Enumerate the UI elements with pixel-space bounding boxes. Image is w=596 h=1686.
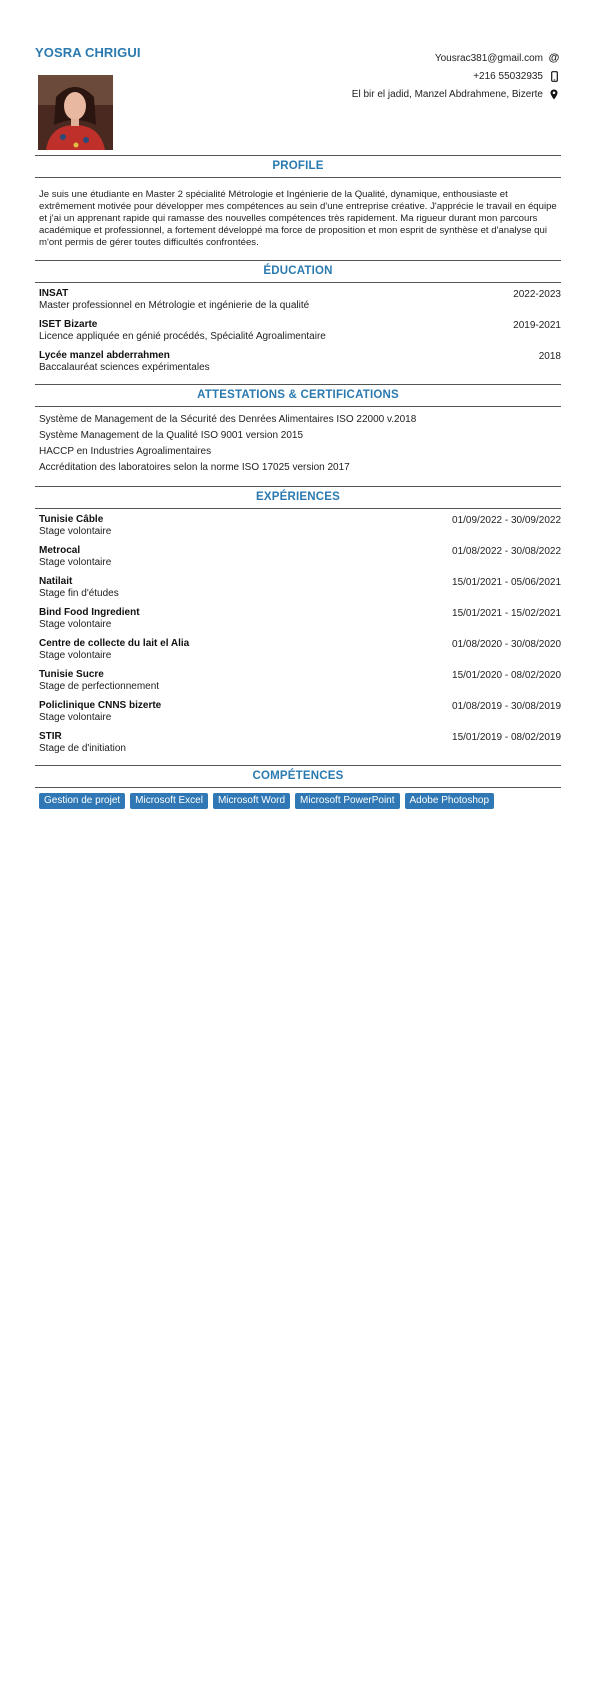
- degree: Master professionnel en Métrologie et in…: [39, 300, 310, 311]
- profile-summary: Je suis une étudiante en Master 2 spécia…: [39, 189, 557, 248]
- phone-row: +216 55032935: [352, 67, 560, 85]
- address-row: El bir el jadid, Manzel Abdrahmene, Bize…: [352, 85, 560, 103]
- education-entry: Lycée manzel abderrahmen Baccalauréat sc…: [35, 350, 561, 374]
- profile-photo: [38, 75, 113, 150]
- map-pin-icon: [548, 89, 560, 100]
- date-range: 2018: [538, 351, 561, 362]
- degree: Licence appliquée en génié procédés, Spé…: [39, 331, 326, 342]
- section-heading: ATTESTATIONS & CERTIFICATIONS: [35, 384, 561, 407]
- skill-tag: Adobe Photoshop: [404, 793, 495, 809]
- contact-info: Yousrac381@gmail.com @ +216 55032935 El …: [352, 49, 560, 103]
- skill-tag: Microsoft Word: [212, 793, 291, 809]
- experience-entry: Tunisie Câble Stage volontaire 01/09/202…: [35, 514, 561, 538]
- section-heading: COMPÉTENCES: [35, 765, 561, 788]
- at-icon: @: [548, 52, 560, 64]
- degree: Baccalauréat sciences expérimentales: [39, 362, 210, 373]
- profile-section: PROFILE Je suis une étudiante en Master …: [35, 155, 561, 251]
- date-range: 15/01/2020 - 08/02/2020: [452, 670, 561, 681]
- education-section: ÉDUCATION INSAT Master professionnel en …: [35, 260, 561, 374]
- certification-item: HACCP en Industries Agroalimentaires: [39, 446, 212, 457]
- certifications-section: ATTESTATIONS & CERTIFICATIONS Système de…: [35, 384, 561, 476]
- experience-entry: Tunisie Sucre Stage de perfectionnement …: [35, 669, 561, 693]
- experience-entry: Natilait Stage fin d'études 15/01/2021 -…: [35, 576, 561, 600]
- date-range: 2019-2021: [513, 320, 561, 331]
- resume-header: YOSRA CHRIGUI Yousrac381@gmail.com @ +21…: [0, 0, 596, 150]
- address: El bir el jadid, Manzel Abdrahmene, Bize…: [351, 88, 543, 100]
- certification-item: Système Management de la Qualité ISO 900…: [39, 430, 304, 441]
- date-range: 01/09/2022 - 30/09/2022: [452, 515, 561, 526]
- school-name: ISET Bizarte: [39, 319, 98, 330]
- date-range: 01/08/2019 - 30/08/2019: [452, 701, 561, 712]
- education-entry: ISET Bizarte Licence appliquée en génié …: [35, 319, 561, 343]
- skill-tag: Gestion de projet: [39, 793, 126, 809]
- school-name: INSAT: [39, 288, 69, 299]
- experience-entry: Metrocal Stage volontaire 01/08/2022 - 3…: [35, 545, 561, 569]
- date-range: 15/01/2021 - 15/02/2021: [452, 608, 561, 619]
- certification-item: Système de Management de la Sécurité des…: [39, 414, 417, 425]
- section-heading: EXPÉRIENCES: [35, 486, 561, 509]
- experience-entry: Policlinique CNNS bizerte Stage volontai…: [35, 700, 561, 724]
- experience-entry: STIR Stage de d'initiation 15/01/2019 - …: [35, 731, 561, 755]
- skill-tag: Microsoft PowerPoint: [295, 793, 400, 809]
- date-range: 15/01/2019 - 08/02/2019: [452, 732, 561, 743]
- email-row: Yousrac381@gmail.com @: [352, 49, 560, 67]
- date-range: 01/08/2020 - 30/08/2020: [452, 639, 561, 650]
- email-link[interactable]: Yousrac381@gmail.com: [435, 53, 543, 64]
- section-heading: ÉDUCATION: [35, 260, 561, 283]
- resume-page: YOSRA CHRIGUI Yousrac381@gmail.com @ +21…: [0, 0, 596, 1686]
- experience-entry: Centre de collecte du lait el Alia Stage…: [35, 638, 561, 662]
- education-entry: INSAT Master professionnel en Métrologie…: [35, 288, 561, 312]
- candidate-name: YOSRA CHRIGUI: [35, 45, 141, 60]
- date-range: 2022-2023: [513, 289, 561, 300]
- school-name: Lycée manzel abderrahmen: [39, 350, 170, 361]
- skills-list: Gestion de projet Microsoft Excel Micros…: [35, 793, 561, 809]
- experiences-section: EXPÉRIENCES Tunisie Câble Stage volontai…: [35, 486, 561, 755]
- phone-number: +216 55032935: [473, 70, 543, 82]
- skills-section: COMPÉTENCES Gestion de projet Microsoft …: [35, 765, 561, 809]
- certification-item: Accréditation des laboratoires selon la …: [39, 462, 350, 473]
- skill-tag: Microsoft Excel: [130, 793, 208, 809]
- section-heading: PROFILE: [35, 155, 561, 178]
- mobile-phone-icon: [548, 70, 560, 82]
- experience-entry: Bind Food Ingredient Stage volontaire 15…: [35, 607, 561, 631]
- date-range: 15/01/2021 - 05/06/2021: [452, 577, 561, 588]
- date-range: 01/08/2022 - 30/08/2022: [452, 546, 561, 557]
